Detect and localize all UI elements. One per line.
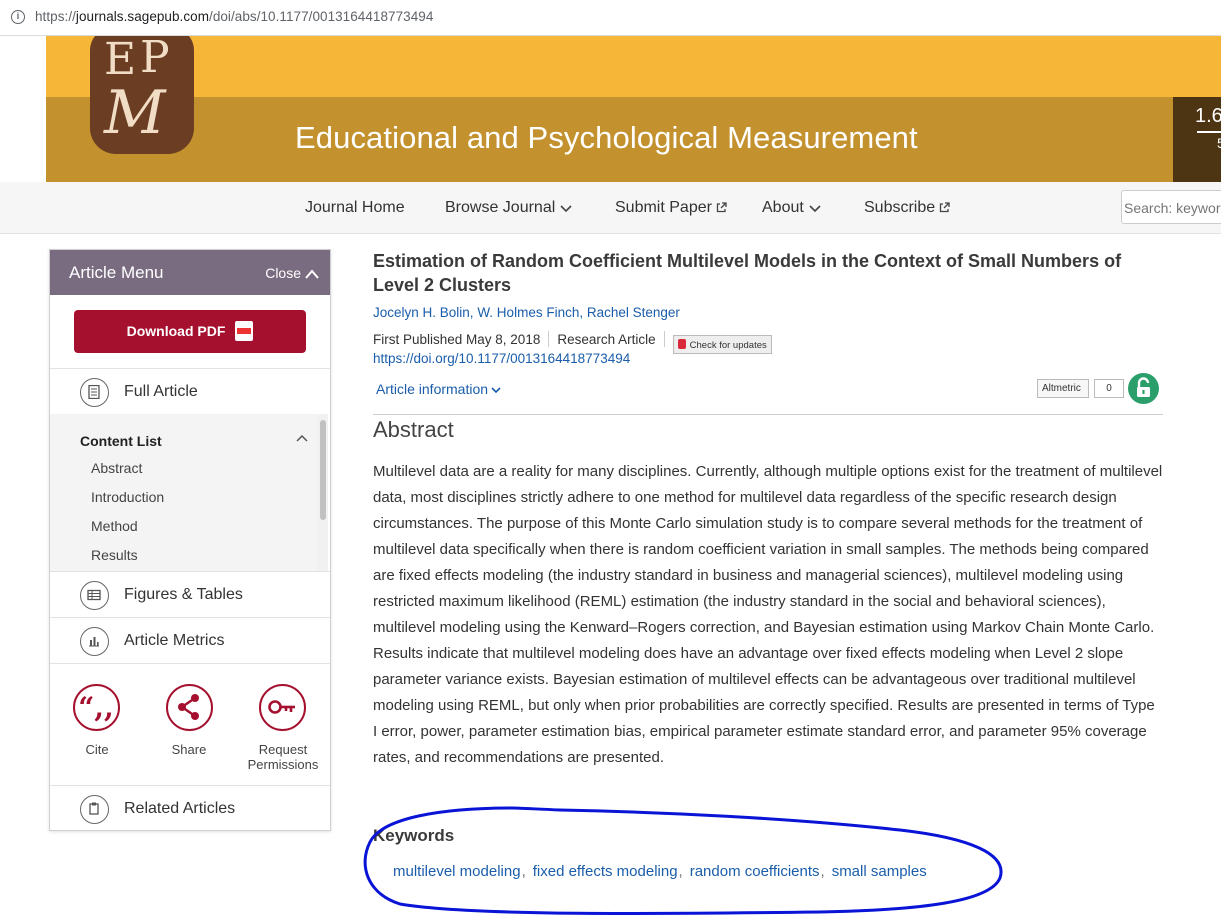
content-list-item-abstract[interactable]: Abstract xyxy=(91,460,142,476)
article-menu: Article Menu Close Download PDF Full Art… xyxy=(49,249,331,831)
share-icon xyxy=(178,694,199,720)
altmetric-badge[interactable]: Altmetric xyxy=(1037,379,1089,398)
journal-nav: Journal Home Browse Journal Submit Paper… xyxy=(0,182,1221,234)
article-information-label: Article information xyxy=(376,381,489,397)
chevron-down-icon xyxy=(560,205,572,213)
close-label: Close xyxy=(265,265,301,281)
journal-banner: E P M Educational and Psychological Meas… xyxy=(46,36,1221,182)
check-for-updates-label: Check for updates xyxy=(689,340,767,351)
address-bar[interactable]: i https://journals.sagepub.com/doi/abs/1… xyxy=(0,0,1221,36)
nav-browse-journal-label: Browse Journal xyxy=(445,199,556,216)
scrollbar-thumb[interactable] xyxy=(320,420,326,520)
nav-about[interactable]: About xyxy=(762,199,822,217)
external-link-icon xyxy=(940,202,950,213)
menu-full-article[interactable]: Full Article xyxy=(50,368,330,414)
menu-article-metrics[interactable]: Article Metrics xyxy=(50,617,330,663)
full-article-label: Full Article xyxy=(124,383,198,400)
key-icon xyxy=(268,700,295,714)
first-published: First Published May 8, 2018 xyxy=(373,332,541,347)
bar-chart-icon xyxy=(80,627,109,656)
related-articles-icon xyxy=(80,795,109,824)
request-permissions-label: Request Permissions xyxy=(238,742,328,772)
meta-divider xyxy=(663,331,665,347)
content-list-item-introduction[interactable]: Introduction xyxy=(91,489,164,505)
request-permissions-button[interactable] xyxy=(259,684,306,731)
abstract-text: Multilevel data are a reality for many d… xyxy=(373,463,1163,766)
impact-factor-subvalue: 5 xyxy=(1217,135,1221,151)
impact-factor-divider xyxy=(1197,131,1221,133)
url-host: journals.sagepub.com xyxy=(75,9,210,24)
meta-divider xyxy=(548,331,550,347)
chevron-up-icon xyxy=(305,269,319,279)
menu-figures-tables[interactable]: Figures & Tables xyxy=(50,571,330,617)
author-link[interactable]: Jocelyn H. Bolin xyxy=(373,305,470,320)
impact-factor-value: 1.6 xyxy=(1195,105,1221,127)
check-for-updates-button[interactable]: Check for updates xyxy=(672,335,772,354)
download-pdf-label: Download PDF xyxy=(126,323,226,339)
external-link-icon xyxy=(716,202,727,213)
crossmark-icon xyxy=(677,339,686,349)
cite-label: Cite xyxy=(85,742,109,757)
nav-journal-home-label: Journal Home xyxy=(305,199,405,216)
abstract-heading: Abstract xyxy=(373,417,454,442)
nav-submit-paper-label: Submit Paper xyxy=(615,199,712,216)
related-articles-label: Related Articles xyxy=(124,800,236,817)
svg-text:“,,: “,, xyxy=(78,691,114,724)
url-scheme: https:// xyxy=(35,9,76,24)
altmetric-score[interactable]: 0 xyxy=(1094,379,1124,398)
nav-journal-home[interactable]: Journal Home xyxy=(305,199,405,217)
url-path: /doi/abs/10.1177/0013164418773494 xyxy=(209,9,434,24)
request-label-line1: Request xyxy=(258,742,308,757)
url-text[interactable]: https://journals.sagepub.com/doi/abs/10.… xyxy=(35,9,433,24)
doi-link[interactable]: https://doi.org/10.1177/0013164418773494 xyxy=(373,351,630,366)
annotation-ellipse xyxy=(363,806,1003,916)
cite-button[interactable]: “,, xyxy=(73,684,120,731)
nav-about-label: About xyxy=(762,199,804,216)
content-list-heading[interactable]: Content List xyxy=(80,433,162,449)
open-access-lock-icon[interactable] xyxy=(1128,373,1159,404)
article-metrics-label: Article Metrics xyxy=(124,632,225,649)
nav-browse-journal[interactable]: Browse Journal xyxy=(445,199,573,217)
request-label-line2: Permissions xyxy=(247,757,319,772)
document-icon xyxy=(80,378,109,407)
article-menu-close-button[interactable]: Close xyxy=(265,265,320,281)
journal-title[interactable]: Educational and Psychological Measuremen… xyxy=(295,120,918,156)
quote-icon: “,, xyxy=(78,691,114,724)
article-information-toggle[interactable]: Article information xyxy=(376,381,501,397)
logo-letter-m: M xyxy=(104,78,166,148)
nav-subscribe-label: Subscribe xyxy=(864,199,936,216)
content-list-item-results[interactable]: Results xyxy=(91,547,138,563)
banner-top-band xyxy=(46,36,1221,97)
chevron-up-icon[interactable] xyxy=(296,434,308,443)
article-type: Research Article xyxy=(557,332,656,347)
logo-letter-p: P xyxy=(140,36,170,83)
content-list: Content List Abstract Introduction Metho… xyxy=(50,414,318,571)
nav-subscribe[interactable]: Subscribe xyxy=(864,199,950,217)
pdf-icon xyxy=(235,321,254,341)
chevron-down-icon xyxy=(491,387,501,394)
article-title: Estimation of Random Coefficient Multile… xyxy=(373,251,1122,295)
article-menu-header: Article Menu Close xyxy=(50,250,330,295)
content-list-scrollbar[interactable] xyxy=(318,414,328,571)
info-icon[interactable]: i xyxy=(11,10,25,24)
journal-logo[interactable]: E P M xyxy=(90,36,194,154)
author-link[interactable]: Rachel Stenger xyxy=(587,305,680,320)
nav-submit-paper[interactable]: Submit Paper xyxy=(615,199,727,217)
share-button[interactable] xyxy=(166,684,213,731)
author-list: Jocelyn H. Bolin, W. Holmes Finch, Rache… xyxy=(373,305,680,320)
chevron-down-icon xyxy=(809,205,821,213)
search-input[interactable]: Search: keywords xyxy=(1121,190,1221,224)
figures-tables-label: Figures & Tables xyxy=(124,586,243,603)
divider xyxy=(373,414,1163,415)
article-menu-title: Article Menu xyxy=(69,263,164,282)
download-pdf-button[interactable]: Download PDF xyxy=(74,310,306,353)
impact-factor-box: 1.6 5 xyxy=(1173,97,1221,182)
author-link[interactable]: W. Holmes Finch xyxy=(477,305,579,320)
table-icon xyxy=(80,581,109,610)
share-label: Share xyxy=(171,742,207,757)
content-list-item-method[interactable]: Method xyxy=(91,518,138,534)
menu-related-articles[interactable]: Related Articles xyxy=(50,785,330,830)
